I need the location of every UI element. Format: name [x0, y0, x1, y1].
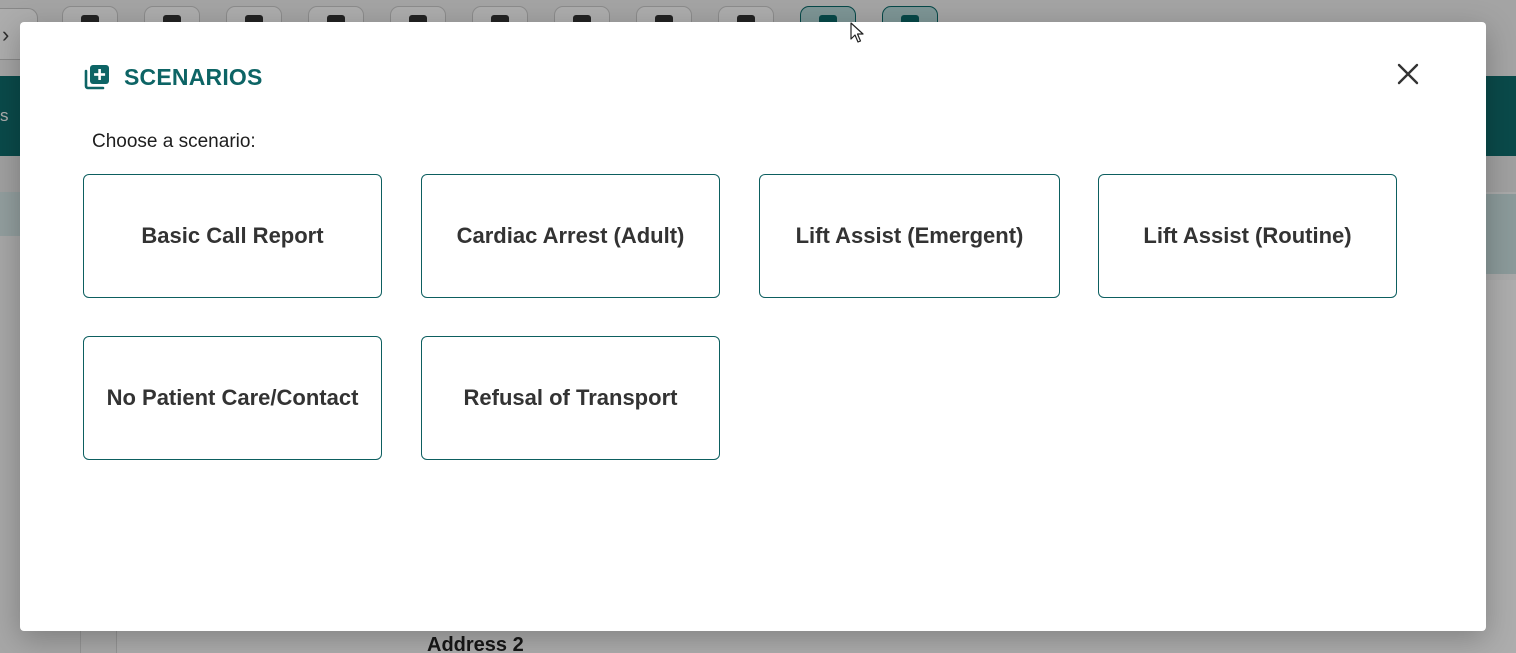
scenario-label: No Patient Care/Contact	[106, 385, 359, 410]
app-root: › s Address 2 SCENARIOS Choose a scenari…	[0, 0, 1516, 653]
close-button[interactable]	[1396, 62, 1420, 86]
scenario-refusal-of-transport[interactable]: Refusal of Transport	[421, 336, 720, 460]
mouse-cursor-icon	[850, 22, 864, 43]
scenario-lift-assist-emergent[interactable]: Lift Assist (Emergent)	[759, 174, 1060, 298]
scenario-lift-assist-routine[interactable]: Lift Assist (Routine)	[1098, 174, 1397, 298]
scenario-label: Lift Assist (Routine)	[1143, 223, 1352, 248]
scenario-no-patient-care-contact[interactable]: No Patient Care/Contact	[83, 336, 382, 460]
add-to-library-icon	[84, 64, 110, 90]
scenario-basic-call-report[interactable]: Basic Call Report	[83, 174, 382, 298]
scenario-label: Lift Assist (Emergent)	[795, 223, 1024, 248]
choose-scenario-prompt: Choose a scenario:	[92, 131, 256, 152]
scenario-label: Basic Call Report	[141, 223, 324, 248]
scenario-label: Refusal of Transport	[463, 385, 678, 410]
close-icon	[1397, 63, 1419, 85]
dialog-title: SCENARIOS	[84, 62, 263, 92]
scenarios-dialog: SCENARIOS Choose a scenario: Basic Call …	[20, 22, 1486, 631]
scenario-label: Cardiac Arrest (Adult)	[456, 223, 685, 248]
scenario-cardiac-arrest-adult[interactable]: Cardiac Arrest (Adult)	[421, 174, 720, 298]
dialog-title-text: SCENARIOS	[124, 63, 263, 90]
